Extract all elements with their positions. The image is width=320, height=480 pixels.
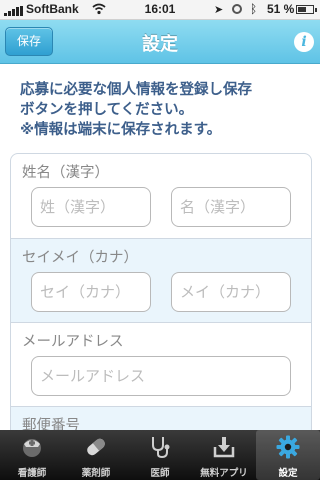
info-icon[interactable]: i	[294, 32, 314, 52]
battery-icon	[296, 5, 317, 14]
intro-text: 応募に必要な個人情報を登録し保存 ボタンを押してください。 ※情報は端末に保存さ…	[20, 82, 252, 138]
name-kanji-label: 姓名（漢字）	[22, 165, 109, 181]
name-kana-section: セイメイ（カナ） セイ（カナ） メイ（カナ）	[11, 239, 311, 323]
personal-info-form: 姓名（漢字） 姓（漢字） 名（漢字） セイメイ（カナ） セイ（カナ） メイ（カナ…	[10, 153, 312, 430]
last-name-kanji-input[interactable]: 姓（漢字）	[31, 187, 151, 227]
email-label: メールアドレス	[22, 334, 124, 350]
name-kanji-section: 姓名（漢字） 姓（漢字） 名（漢字）	[11, 154, 311, 239]
tab-label: 設定	[278, 468, 298, 479]
tab-settings[interactable]: 設定	[256, 430, 320, 480]
status-bar: SoftBank 16:01 ➤ ᛒ 51 %	[0, 0, 320, 20]
pill-icon	[87, 438, 105, 456]
tab-label: 無料アプリ	[200, 468, 248, 479]
postal-code-label: 郵便番号	[22, 418, 80, 430]
nurse-cap-icon	[23, 439, 41, 457]
first-name-kanji-input[interactable]: 名（漢字）	[171, 187, 291, 227]
stethoscope-icon	[152, 437, 170, 459]
tab-doctor[interactable]: 医師	[128, 430, 192, 480]
tab-free-apps[interactable]: 無料アプリ	[192, 430, 256, 480]
tab-label: 薬剤師	[81, 468, 111, 479]
email-input[interactable]: メールアドレス	[31, 356, 291, 396]
bluetooth-icon: ᛒ	[250, 2, 258, 16]
tab-pharmacist[interactable]: 薬剤師	[64, 430, 128, 480]
settings-content[interactable]: 応募に必要な個人情報を登録し保存 ボタンを押してください。 ※情報は端末に保存さ…	[0, 64, 320, 430]
name-kana-label: セイメイ（カナ）	[22, 250, 138, 266]
email-section: メールアドレス メールアドレス	[11, 323, 311, 407]
battery-percentage: 51 %	[267, 2, 295, 16]
location-arrow-icon: ➤	[214, 4, 224, 16]
tab-label: 看護師	[17, 468, 47, 479]
last-name-kana-input[interactable]: セイ（カナ）	[31, 272, 151, 312]
postal-code-section: 郵便番号	[11, 407, 311, 430]
gear-icon	[276, 435, 300, 459]
page-title: 設定	[142, 34, 178, 55]
tab-nurse[interactable]: 看護師	[0, 430, 64, 480]
tab-bar: 看護師 薬剤師 医師 無料アプリ 設定	[0, 430, 320, 480]
rotation-lock-icon	[232, 4, 242, 14]
tab-label: 医師	[150, 468, 170, 479]
navigation-bar: 保存 設定 i	[0, 20, 320, 64]
first-name-kana-input[interactable]: メイ（カナ）	[171, 272, 291, 312]
download-icon	[213, 437, 235, 458]
